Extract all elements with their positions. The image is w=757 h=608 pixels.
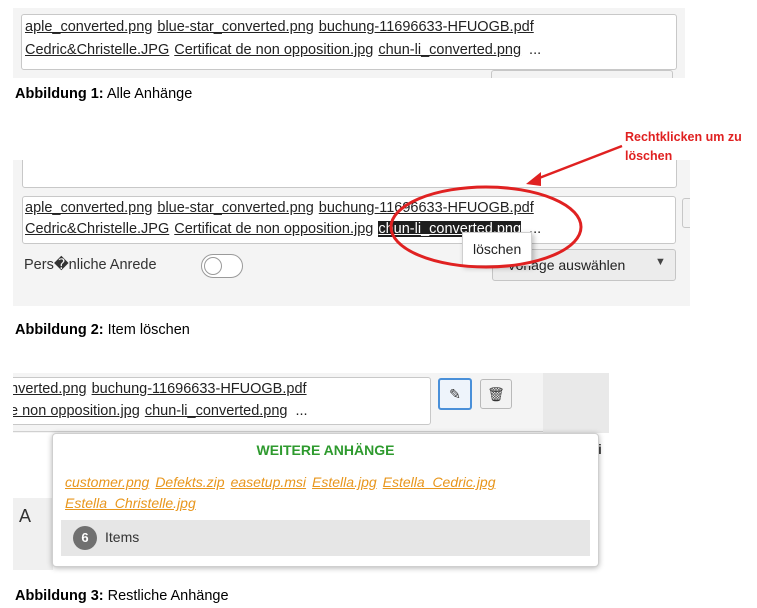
trash-icon: 🗑 [487,386,505,402]
attachment-link[interactable]: chun-li_converted.png [145,403,288,419]
caption-text: Item löschen [103,322,190,338]
annotation-arrow [533,144,623,182]
count-label: Items [105,529,140,545]
arrow-head [526,172,541,186]
paperclip-button[interactable]: ✎ [438,378,472,410]
caption-label: Abbildung 3: [15,588,104,604]
divider [13,431,609,432]
popup-attachment-link[interactable]: Defekts.zip [155,474,224,490]
figure-3-caption: Abbildung 3: Restliche Anhänge [15,588,229,604]
attachment-link[interactable]: e non opposition.jpg [13,403,140,419]
popup-attachment-link[interactable]: Estella_Cedric.jpg [383,474,496,490]
attachment-list: nverted.png buchung-11696633-HFUOGB.pdf e… [13,377,431,425]
delete-button[interactable]: 🗑 [480,379,512,409]
paperclip-icon: ✎ [449,386,461,402]
caption-text: Restliche Anhänge [103,588,229,604]
highlight-ellipse [389,185,583,269]
font-size-icon[interactable]: A [19,506,31,527]
popup-footer: 6 Items [61,520,590,556]
caption-label: Abbildung 2: [15,322,104,338]
popup-title: WEITERE ANHÄNGE [256,442,395,458]
figure-2-caption: Abbildung 2: Item löschen [15,322,190,338]
popup-attachment-list: customer.png Defekts.zip easetup.msi Estell… [65,472,585,514]
popup-attachment-link[interactable]: Estella_Christelle.jpg [65,495,196,511]
more-attachments-popup: WEITERE ANHÄNGE customer.png Defekts.zip e… [52,433,599,567]
attachment-row-1: nverted.png buchung-11696633-HFUOGB.pdf [13,381,312,397]
attachment-link[interactable]: buchung-11696633-HFUOGB.pdf [92,381,307,397]
popup-attachment-link[interactable]: customer.png [65,474,149,490]
annotation-text: Rechtklicken um zu löschen [625,130,742,163]
right-panel [543,373,609,433]
count-badge: 6 [73,526,97,550]
attachment-row-2: e non opposition.jpg chun-li_converted.pn… [13,403,308,419]
attachment-link[interactable]: nverted.png [13,381,87,397]
popup-attachment-link[interactable]: Estella.jpg [312,474,377,490]
popup-attachment-link[interactable]: easetup.msi [231,474,306,490]
more-attachments-link[interactable]: ... [296,403,308,419]
